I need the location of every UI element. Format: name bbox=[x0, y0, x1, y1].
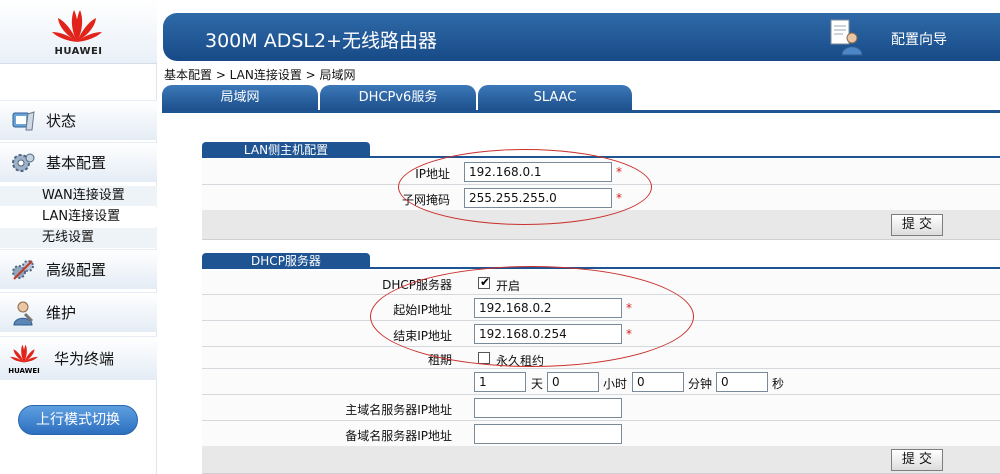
lan-host-section-header: LAN侧主机配置 bbox=[202, 142, 1000, 158]
dhcp-section-header: DHCP服务器 bbox=[202, 253, 1000, 269]
uplink-mode-switch-button[interactable]: 上行模式切换 bbox=[18, 405, 138, 435]
required-mark: * bbox=[616, 191, 622, 205]
lan-submit-button[interactable]: 提 交 bbox=[891, 214, 943, 236]
end-ip-input[interactable] bbox=[474, 324, 622, 344]
primary-dns-label: 主域名服务器IP地址 bbox=[345, 403, 452, 417]
sidebar-subitem-wireless[interactable]: 无线设置 bbox=[0, 228, 157, 248]
minutes-unit: 分钟 bbox=[688, 377, 713, 391]
huawei-logo: HUAWEI bbox=[0, 0, 157, 64]
sidebar-item-basic-config[interactable]: 基本配置 bbox=[0, 142, 157, 182]
lease-minutes-input[interactable] bbox=[632, 372, 684, 392]
hours-unit: 小时 bbox=[603, 377, 628, 391]
dhcp-server-row: DHCP服务器 ✔ 开启 bbox=[202, 271, 1000, 295]
subnet-mask-row: 子网掩码 * bbox=[202, 185, 1000, 211]
ip-address-input[interactable] bbox=[464, 162, 612, 182]
permanent-lease-checkbox[interactable] bbox=[478, 352, 490, 364]
sidebar-item-label: 基本配置 bbox=[46, 154, 107, 172]
tab-bar: 局域网 DHCPv6服务 SLAAC bbox=[162, 85, 632, 111]
wizard-user-icon[interactable] bbox=[829, 18, 863, 56]
dhcp-enable-checkbox[interactable]: ✔ bbox=[478, 275, 491, 289]
sidebar-subitem-wan[interactable]: WAN连接设置 bbox=[0, 186, 157, 206]
dhcp-submit-button[interactable]: 提 交 bbox=[891, 449, 943, 471]
sidebar-item-label: 高级配置 bbox=[46, 261, 107, 279]
ip-address-label: IP地址 bbox=[415, 167, 450, 181]
lease-hours-input[interactable] bbox=[547, 372, 599, 392]
lease-row: 租期 永久租约 bbox=[202, 347, 1000, 369]
sidebar-subitem-lan[interactable]: LAN连接设置 bbox=[0, 207, 157, 227]
section-divider bbox=[202, 156, 1000, 158]
primary-dns-row: 主域名服务器IP地址 bbox=[202, 395, 1000, 421]
sidebar-item-maintenance[interactable]: 维护 bbox=[0, 292, 157, 332]
end-ip-label: 结束IP地址 bbox=[393, 329, 452, 343]
primary-dns-input[interactable] bbox=[474, 398, 622, 418]
sidebar-item-label: 华为终端 bbox=[54, 350, 115, 368]
sidebar-item-advanced-config[interactable]: 高级配置 bbox=[0, 249, 157, 289]
check-mark-icon: ✔ bbox=[480, 275, 491, 289]
secondary-dns-input[interactable] bbox=[474, 424, 622, 444]
huawei-logo-icon bbox=[10, 344, 38, 362]
sidebar-item-huawei-device[interactable]: HUAWEI 华为终端 bbox=[0, 336, 157, 380]
dhcp-server-label: DHCP服务器 bbox=[382, 278, 452, 292]
required-mark: * bbox=[616, 165, 622, 179]
section-divider bbox=[202, 267, 1000, 269]
huawei-flower-icon bbox=[52, 10, 102, 42]
sidebar-item-label: 维护 bbox=[46, 304, 77, 322]
lease-days-input[interactable] bbox=[474, 372, 526, 392]
sidebar-item-label: 状态 bbox=[46, 112, 77, 130]
subnet-mask-input[interactable] bbox=[464, 188, 612, 208]
tab-dhcpv6[interactable]: DHCPv6服务 bbox=[320, 85, 476, 111]
lease-duration-row: 天 小时 分钟 秒 bbox=[202, 369, 1000, 395]
status-icon bbox=[12, 110, 35, 130]
permanent-lease-label: 永久租约 bbox=[496, 354, 545, 368]
maintenance-icon bbox=[13, 301, 34, 325]
sidebar: HUAWEI 状态 基本配置 WAN连接设置 LAN连接设置 无线设置 高级配置 bbox=[0, 0, 157, 474]
sidebar-item-status[interactable]: 状态 bbox=[0, 100, 157, 140]
advanced-config-icon bbox=[12, 259, 34, 280]
lease-label: 租期 bbox=[427, 353, 452, 367]
secondary-dns-label: 备域名服务器IP地址 bbox=[345, 429, 452, 443]
breadcrumb: 基本配置 > LAN连接设置 > 局域网 bbox=[164, 68, 356, 82]
lan-submit-bar: 提 交 bbox=[202, 210, 1000, 240]
start-ip-input[interactable] bbox=[474, 298, 622, 318]
gear-icon bbox=[12, 153, 35, 172]
dhcp-submit-bar: 提 交 bbox=[202, 446, 1000, 474]
tab-slaac[interactable]: SLAAC bbox=[478, 85, 632, 111]
tab-lan[interactable]: 局域网 bbox=[162, 85, 318, 111]
start-ip-row: 起始IP地址 * bbox=[202, 295, 1000, 321]
subnet-mask-label: 子网掩码 bbox=[401, 193, 450, 207]
dhcp-enable-label: 开启 bbox=[496, 279, 521, 293]
main-content: LAN侧主机配置 IP地址 * 子网掩码 * 提 交 DHCP服务器 DHCP服… bbox=[200, 113, 1000, 474]
config-wizard-link[interactable]: 配置向导 bbox=[891, 29, 947, 49]
lease-seconds-input[interactable] bbox=[716, 372, 768, 392]
header-bar: 300M ADSL2+无线路由器 配置向导 bbox=[163, 13, 1000, 61]
brand-name: HUAWEI bbox=[54, 46, 103, 57]
start-ip-label: 起始IP地址 bbox=[393, 303, 452, 317]
seconds-unit: 秒 bbox=[772, 377, 785, 391]
ip-address-row: IP地址 * bbox=[202, 159, 1000, 185]
huawei-sub-brand: HUAWEI bbox=[8, 366, 40, 375]
days-unit: 天 bbox=[531, 377, 544, 391]
end-ip-row: 结束IP地址 * bbox=[202, 321, 1000, 347]
required-mark: * bbox=[626, 301, 632, 315]
required-mark: * bbox=[626, 327, 632, 341]
page-title: 300M ADSL2+无线路由器 bbox=[205, 30, 437, 52]
secondary-dns-row: 备域名服务器IP地址 bbox=[202, 421, 1000, 447]
